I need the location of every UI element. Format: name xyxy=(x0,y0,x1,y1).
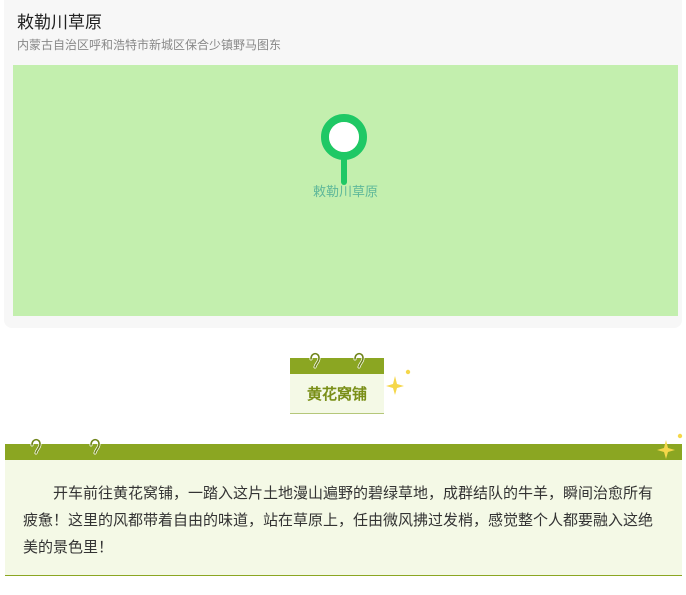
article-text: 开车前往黄花窝铺，一踏入这片土地漫山遍野的碧绿草地，成群结队的牛羊，瞬间治愈所有… xyxy=(23,484,654,556)
ring-icon xyxy=(89,438,101,455)
location-card[interactable]: 敕勒川草原 内蒙古自治区呼和浩特市新城区保合少镇野马图东 敕勒川草原 xyxy=(4,0,682,328)
article-body: 开车前往黄花窝铺，一踏入这片土地漫山遍野的碧绿草地，成群结队的牛羊，瞬间治愈所有… xyxy=(5,460,682,576)
article-card: 开车前往黄花窝铺，一踏入这片土地漫山遍野的碧绿草地，成群结队的牛羊，瞬间治愈所有… xyxy=(5,436,682,576)
map-pin-icon xyxy=(321,114,367,185)
map-view[interactable]: 敕勒川草原 xyxy=(13,65,678,316)
card-top-bar xyxy=(5,444,682,460)
sparkle-icon xyxy=(657,433,683,459)
badge-top-bar xyxy=(290,358,384,374)
badge-body: 黄花窝铺 xyxy=(290,374,384,414)
map-pin-label: 敕勒川草原 xyxy=(312,185,378,200)
ring-icon xyxy=(353,352,365,369)
location-address: 内蒙古自治区呼和浩特市新城区保合少镇野马图东 xyxy=(17,38,282,52)
section-header: 黄花窝铺 xyxy=(290,350,384,414)
ring-icon xyxy=(309,352,321,369)
sparkle-icon xyxy=(386,369,411,395)
location-name: 敕勒川草原 xyxy=(17,13,102,33)
section-title: 黄花窝铺 xyxy=(306,385,367,403)
ring-icon xyxy=(30,438,42,455)
